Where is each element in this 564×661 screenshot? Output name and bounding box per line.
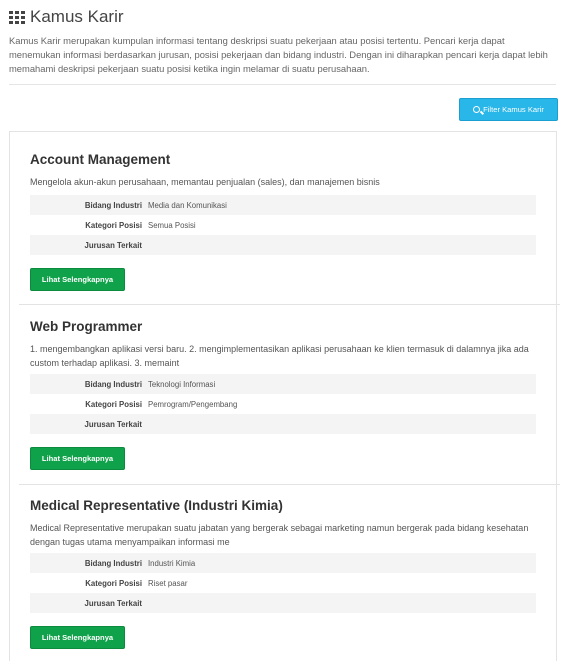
- page-description: Kamus Karir merupakan kumpulan informasi…: [9, 35, 548, 74]
- title-row: Kamus Karir: [9, 7, 556, 26]
- info-row-bidang: Bidang Industri Media dan Komunikasi: [30, 195, 536, 215]
- page-title: Kamus Karir: [30, 7, 124, 26]
- kategori-label: Kategori Posisi: [85, 399, 142, 409]
- info-row-bidang: Bidang Industri Industri Kimia: [30, 553, 536, 573]
- bidang-label: Bidang Industri: [84, 379, 142, 389]
- grid-icon: [9, 10, 25, 24]
- info-row-kategori: Kategori Posisi Riset pasar: [30, 573, 536, 593]
- bidang-value: Teknologi Informasi: [148, 379, 216, 389]
- career-info-table: Bidang Industri Teknologi Informasi Kate…: [30, 374, 536, 434]
- career-description: 1. mengembangkan aplikasi versi baru. 2.…: [30, 344, 529, 368]
- page-header: Kamus Karir Kamus Karir merupakan kumpul…: [9, 7, 556, 76]
- info-row-jurusan: Jurusan Terkait: [30, 593, 536, 613]
- career-list-panel: Account Management Mengelola akun-akun p…: [9, 131, 560, 661]
- jurusan-label: Jurusan Terkait: [84, 240, 143, 250]
- career-title: Web Programmer: [30, 319, 143, 334]
- kategori-value: Semua Posisi: [148, 220, 196, 230]
- career-info-table: Bidang Industri Industri Kimia Kategori …: [30, 553, 536, 613]
- career-info-table: Bidang Industri Media dan Komunikasi Kat…: [30, 195, 536, 255]
- kategori-label: Kategori Posisi: [85, 220, 142, 230]
- career-title: Account Management: [30, 152, 171, 167]
- lihat-selengkapnya-button[interactable]: Lihat Selengkapnya: [30, 268, 125, 291]
- filter-kamus-karir-button[interactable]: Filter Kamus Karir: [459, 98, 558, 121]
- jurusan-label: Jurusan Terkait: [84, 419, 143, 429]
- info-row-jurusan: Jurusan Terkait: [30, 235, 536, 255]
- jurusan-label: Jurusan Terkait: [84, 598, 143, 608]
- bidang-value: Media dan Komunikasi: [148, 200, 227, 210]
- lihat-selengkapnya-button[interactable]: Lihat Selengkapnya: [30, 447, 125, 470]
- career-divider: [19, 304, 560, 305]
- info-row-kategori: Kategori Posisi Pemrogram/Pengembang: [30, 394, 536, 414]
- info-row-jurusan: Jurusan Terkait: [30, 414, 536, 434]
- bidang-value: Industri Kimia: [148, 558, 196, 568]
- kategori-value: Riset pasar: [148, 578, 188, 588]
- bidang-label: Bidang Industri: [84, 558, 142, 568]
- career-item: Account Management Mengelola akun-akun p…: [30, 152, 546, 189]
- info-row-kategori: Kategori Posisi Semua Posisi: [30, 215, 536, 235]
- bidang-label: Bidang Industri: [84, 200, 142, 210]
- filter-button-label: Filter Kamus Karir: [483, 105, 544, 114]
- career-divider: [19, 484, 560, 485]
- kategori-label: Kategori Posisi: [85, 578, 142, 588]
- career-description: Mengelola akun-akun perusahaan, memantau…: [30, 177, 380, 187]
- career-item: Web Programmer 1. mengembangkan aplikasi…: [30, 319, 546, 370]
- kategori-value: Pemrogram/Pengembang: [148, 399, 238, 409]
- lihat-selengkapnya-button[interactable]: Lihat Selengkapnya: [30, 626, 125, 649]
- career-title: Medical Representative (Industri Kimia): [30, 498, 283, 513]
- career-description: Medical Representative merupakan suatu j…: [30, 523, 529, 547]
- career-item: Medical Representative (Industri Kimia) …: [30, 498, 546, 549]
- header-divider: [9, 84, 556, 85]
- info-row-bidang: Bidang Industri Teknologi Informasi: [30, 374, 536, 394]
- search-icon: [473, 106, 481, 113]
